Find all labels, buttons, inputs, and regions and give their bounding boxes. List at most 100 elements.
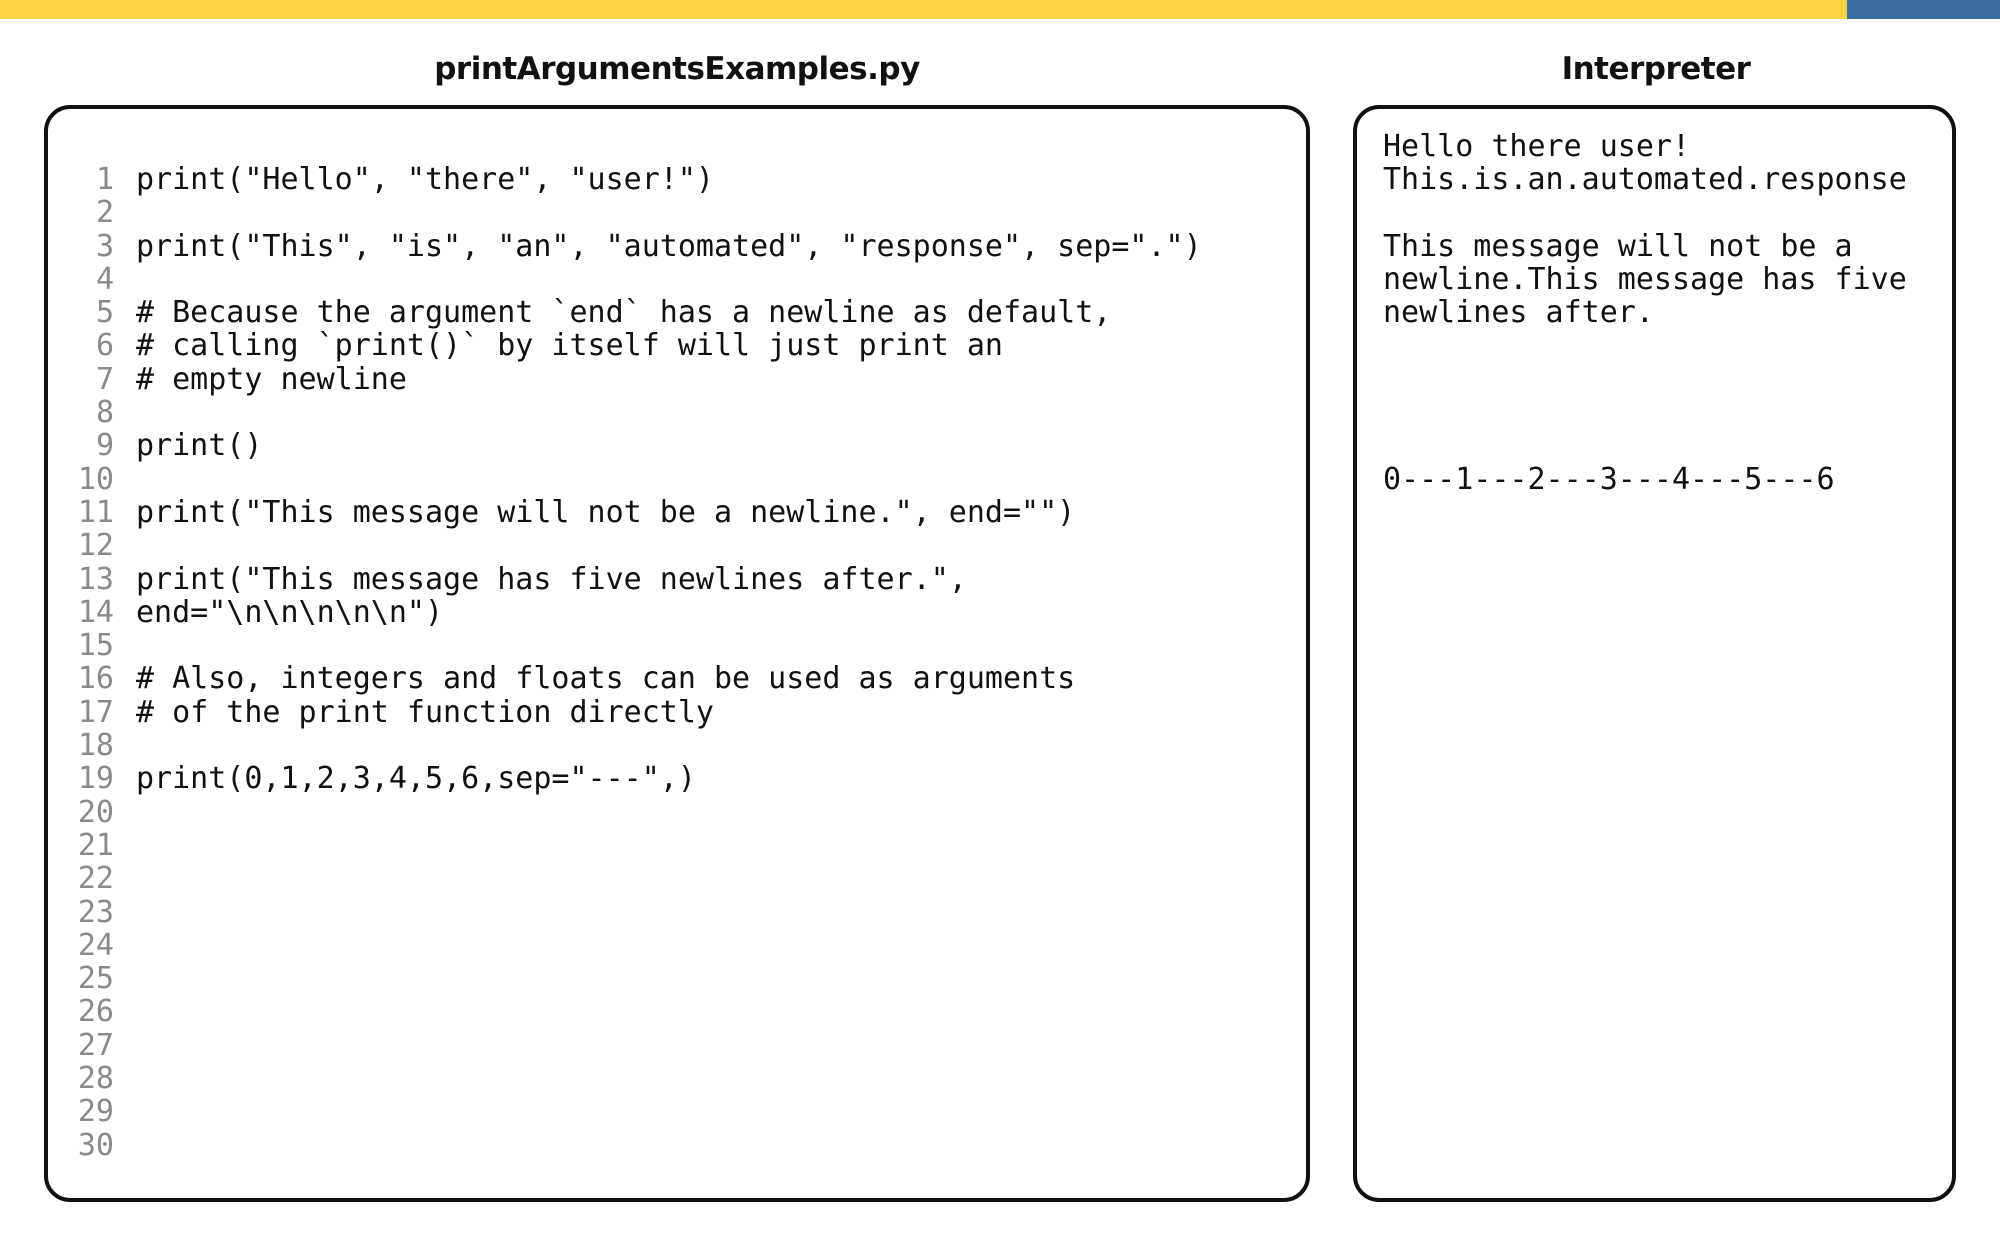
console-line: newline.This message has five xyxy=(1383,262,1907,298)
line-number: 29 xyxy=(77,1094,114,1130)
line-text xyxy=(114,1095,136,1128)
line-text xyxy=(114,729,136,762)
code-line[interactable]: 25 xyxy=(48,961,1306,997)
line-number: 22 xyxy=(77,861,114,897)
line-number: 30 xyxy=(77,1127,114,1163)
code-line[interactable]: 9 print() xyxy=(48,428,1306,464)
line-number: 23 xyxy=(77,894,114,930)
line-number: 12 xyxy=(77,528,114,564)
line-text xyxy=(114,962,136,995)
top-accent-bar xyxy=(0,0,2000,19)
line-number: 9 xyxy=(95,428,114,464)
line-number: 7 xyxy=(95,361,114,397)
code-line[interactable]: 12 xyxy=(48,528,1306,564)
code-line[interactable]: 14 end="\n\n\n\n\n") xyxy=(48,596,1306,630)
line-number: 11 xyxy=(77,494,114,530)
line-number: 28 xyxy=(77,1061,114,1097)
code-line[interactable]: 4 xyxy=(48,261,1306,297)
line-number: 6 xyxy=(95,328,114,364)
line-text xyxy=(114,629,136,662)
console-line: newlines after. xyxy=(1383,295,1654,331)
line-number: 26 xyxy=(77,994,114,1030)
code-line[interactable]: 21 xyxy=(48,827,1306,863)
line-number: 24 xyxy=(77,927,114,963)
code-line[interactable]: 26 xyxy=(48,994,1306,1030)
line-text xyxy=(114,862,136,895)
line-number: 20 xyxy=(77,794,114,830)
code-line[interactable]: 7 # empty newline xyxy=(48,361,1306,397)
console-line: This.is.an.automated.response xyxy=(1383,162,1907,198)
code-line[interactable]: 3 print("This", "is", "an", "automated", … xyxy=(48,228,1306,264)
line-text: print("Hello", "there", "user!") xyxy=(136,162,714,197)
code-line[interactable]: 16 # Also, integers and floats can be use… xyxy=(48,661,1306,697)
line-text: # Because the argument `end` has a newli… xyxy=(136,295,1112,331)
console-panel[interactable]: Hello there user! This.is.an.automated.re… xyxy=(1353,105,1956,1202)
line-text xyxy=(114,829,136,862)
line-text xyxy=(114,796,136,829)
line-text xyxy=(114,263,136,296)
line-text: print("This message will not be a newlin… xyxy=(136,494,1076,530)
line-text: print("This message has five newlines af… xyxy=(136,561,967,597)
line-text: print("This", "is", "an", "automated", "… xyxy=(136,228,1202,264)
line-number: 21 xyxy=(77,827,114,863)
line-text xyxy=(114,196,136,229)
line-number: 13 xyxy=(77,561,114,597)
line-text xyxy=(114,1029,136,1062)
code-line[interactable]: 19 print(0,1,2,3,4,5,6,sep="---",) xyxy=(48,761,1306,797)
line-number: 3 xyxy=(95,228,114,264)
code-line[interactable]: 8 xyxy=(48,395,1306,431)
code-line[interactable]: 6 # calling `print()` by itself will just… xyxy=(48,328,1306,364)
line-number: 8 xyxy=(95,395,114,431)
line-text xyxy=(114,396,136,429)
code-line[interactable]: 18 xyxy=(48,728,1306,764)
line-number: 15 xyxy=(77,628,114,664)
code-line[interactable]: 30 xyxy=(48,1127,1306,1163)
line-number: 1 xyxy=(95,162,114,197)
code-line[interactable]: 29 xyxy=(48,1094,1306,1130)
line-number: 25 xyxy=(77,961,114,997)
line-number: 16 xyxy=(77,661,114,697)
line-text xyxy=(114,929,136,962)
code-line[interactable]: 2 xyxy=(48,196,1306,230)
line-text: print() xyxy=(136,428,263,464)
code-line[interactable]: 1 print("Hello", "there", "user!") xyxy=(48,162,1306,197)
console-line: Hello there user! xyxy=(1383,129,1691,164)
line-number: 19 xyxy=(77,761,114,797)
line-text xyxy=(114,1062,136,1095)
code-line[interactable]: 13 print("This message has five newlines … xyxy=(48,561,1306,597)
line-text xyxy=(114,463,136,496)
line-text: # of the print function directly xyxy=(136,694,714,730)
console-line: This message will not be a xyxy=(1383,228,1853,264)
line-text xyxy=(114,995,136,1028)
line-text xyxy=(114,529,136,562)
editor-file-title: printArgumentsExamples.py xyxy=(434,51,920,87)
code-line[interactable]: 20 xyxy=(48,794,1306,830)
code-editor-panel[interactable]: 1 print("Hello", "there", "user!") 2 3 print… xyxy=(44,105,1310,1202)
accent-bar-blue xyxy=(1847,0,2000,19)
code-line[interactable]: 5 # Because the argument `end` has a newl… xyxy=(48,295,1306,331)
code-line[interactable]: 15 xyxy=(48,628,1306,664)
code-line[interactable]: 22 xyxy=(48,861,1306,897)
code-line[interactable]: 17 # of the print function directly xyxy=(48,694,1306,730)
code-line[interactable]: 27 xyxy=(48,1028,1306,1062)
line-number: 10 xyxy=(77,461,114,497)
code-line[interactable]: 24 xyxy=(48,927,1306,963)
code-line[interactable]: 28 xyxy=(48,1061,1306,1097)
line-text xyxy=(114,896,136,929)
console-output: Hello there user! This.is.an.automated.re… xyxy=(1383,129,1942,497)
code-area[interactable]: 1 print("Hello", "there", "user!") 2 3 print… xyxy=(48,163,1306,1162)
line-text xyxy=(114,1129,136,1162)
code-line[interactable]: 11 print("This message will not be a newl… xyxy=(48,494,1306,530)
line-number: 5 xyxy=(95,295,114,331)
line-number: 18 xyxy=(77,728,114,764)
code-line[interactable]: 23 xyxy=(48,894,1306,930)
line-number: 4 xyxy=(95,261,114,297)
code-line[interactable]: 10 xyxy=(48,461,1306,497)
line-text: # Also, integers and floats can be used … xyxy=(136,661,1076,697)
console-title: Interpreter (Terminal/Shell/Console) xyxy=(1449,51,1863,137)
